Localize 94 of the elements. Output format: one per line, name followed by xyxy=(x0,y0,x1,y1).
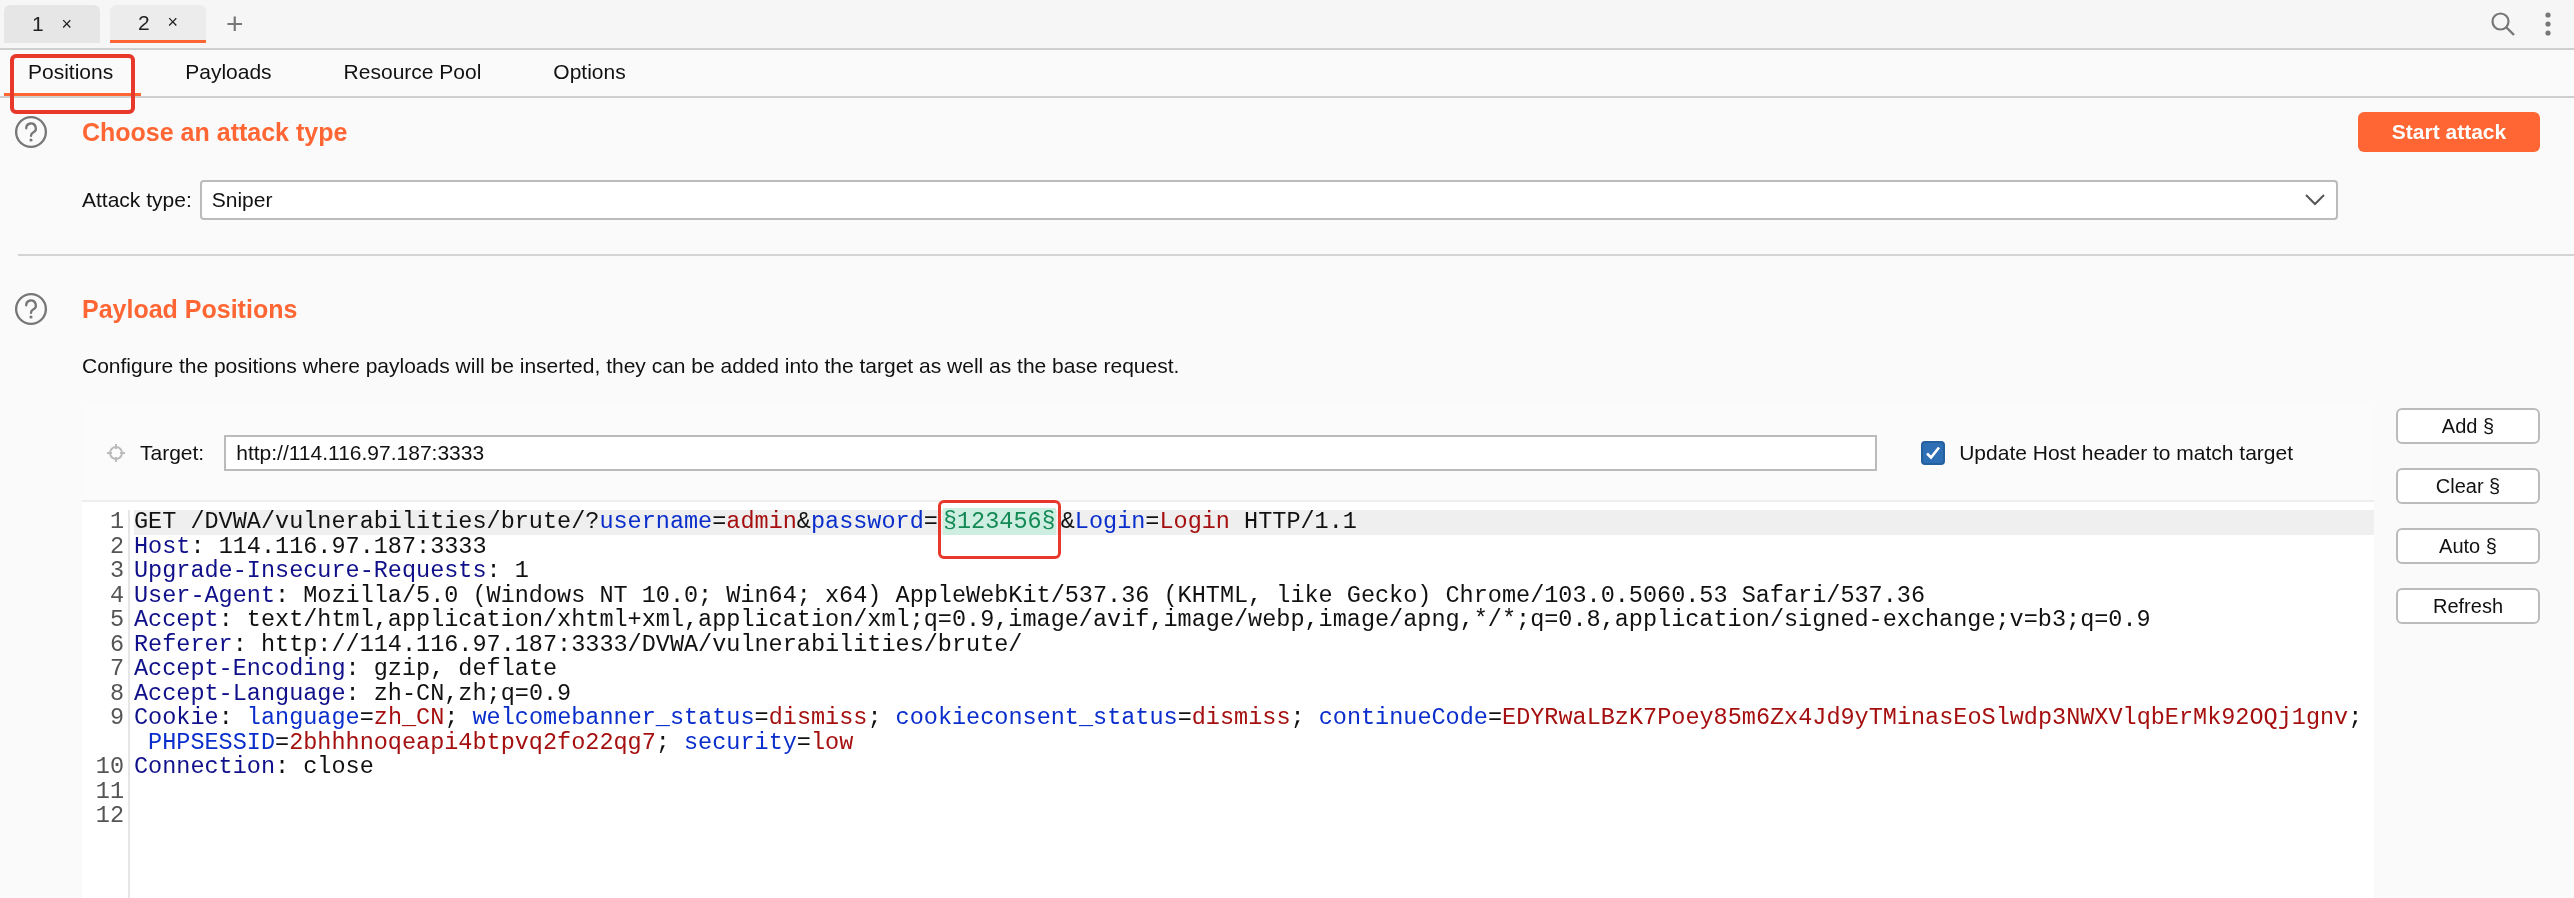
request-text: : text/html,application/xhtml+xml,application/xml;q=0.9,image/avif,image/webp,image/apng,*/*;q=0.8,application/signed-exchange;v=b3;q=0.9 xyxy=(218,606,2151,633)
param-name: password xyxy=(810,508,924,535)
help-icon[interactable] xyxy=(14,292,48,326)
param-name: language xyxy=(246,704,360,731)
request-text: : 1 xyxy=(486,557,529,584)
param-name: username xyxy=(599,508,713,535)
payload-marker: §123456§ xyxy=(942,508,1056,535)
header-name: Cookie xyxy=(134,704,219,731)
request-text: = xyxy=(712,508,727,535)
request-editor[interactable] xyxy=(82,500,2374,898)
line-number: 5 xyxy=(108,608,124,633)
new-tab-button[interactable]: + xyxy=(216,7,254,41)
request-text: : gzip, deflate xyxy=(345,655,558,682)
param-value: dismiss xyxy=(768,704,868,731)
section-tab[interactable]: Positions xyxy=(4,50,142,96)
request-text: ; xyxy=(1290,704,1306,731)
header-name: Host xyxy=(134,532,191,560)
section-tab[interactable]: Payloads xyxy=(161,50,300,96)
line-number: 12 xyxy=(94,804,124,829)
param-name: security xyxy=(684,728,797,756)
header-name: Upgrade-Insecure-Requests xyxy=(134,557,487,584)
attack-type-dropdown[interactable]: Sniper xyxy=(199,180,2338,220)
section-title: Payload Positions xyxy=(82,294,298,324)
request-text: HTTP/1.1 xyxy=(1243,508,1357,535)
more-icon[interactable] xyxy=(2544,11,2552,37)
request-text: : Mozilla/5.0 (Windows NT 10.0; Win64; x64) AppleWebKit/537.36 (KHTML, like Gecko) Chrome/103.0.5060.53 Safari/537.36 xyxy=(275,581,1925,609)
header-name: Accept-Language xyxy=(134,679,346,707)
request-text: = xyxy=(796,728,811,756)
help-icon[interactable] xyxy=(14,115,48,149)
request-text: = xyxy=(359,704,374,731)
request-text: = xyxy=(754,704,769,731)
position-button[interactable]: Add § xyxy=(2396,408,2540,444)
param-value: low xyxy=(810,728,854,756)
request-text: : close xyxy=(275,753,374,780)
section-tab[interactable]: Resource Pool xyxy=(319,50,510,96)
section-description: Configure the positions where payloads will be inserted, they can be added into the target as well as the base request. xyxy=(82,354,1181,378)
crosshair-icon xyxy=(106,443,126,463)
request-text: = xyxy=(1487,704,1503,731)
position-button[interactable]: Clear § xyxy=(2396,468,2540,504)
request-text: ; xyxy=(867,704,883,731)
line-number: 10 xyxy=(94,755,124,780)
line-number: 2 xyxy=(108,534,124,559)
request-text: = xyxy=(1177,704,1192,731)
checkbox[interactable] xyxy=(1921,441,1946,465)
request-text: : xyxy=(218,704,233,731)
request-text: & xyxy=(1060,508,1075,535)
param-value: 2bhhhnoqeapi4btpvq2fo22qg7 xyxy=(289,728,656,756)
request-text: ; xyxy=(655,728,671,756)
request-tab[interactable]: 1 × xyxy=(4,5,100,43)
line-number: 1 xyxy=(108,510,124,535)
position-button[interactable]: Refresh xyxy=(2396,588,2540,624)
param-name: continueCode xyxy=(1318,704,1488,731)
header-name: Accept-Encoding xyxy=(134,655,346,682)
request-tab[interactable]: 2 × xyxy=(110,5,206,43)
param-name: PHPSESSID xyxy=(148,728,275,756)
checkmark-icon xyxy=(1924,444,1943,462)
header-name: Referer xyxy=(134,630,233,658)
checkbox-label: Update Host header to match target xyxy=(1959,441,2294,465)
header-name: Accept xyxy=(134,606,219,633)
line-number: 11 xyxy=(94,779,124,804)
line-number: 8 xyxy=(108,681,124,706)
section-title: Choose an attack type xyxy=(82,117,348,147)
request-text: ; xyxy=(444,704,459,731)
line-number: 4 xyxy=(108,583,124,608)
request-text: & xyxy=(796,508,811,535)
line-number: 6 xyxy=(108,632,124,657)
header-name: User-Agent xyxy=(134,581,276,609)
param-value: EDYRwaLBzK7Poey85m6Zx4Jd9yTMinasEoSlwdp3NWXVlqbErMk92OQj1gnv xyxy=(1502,704,2349,731)
section-tab[interactable]: Options xyxy=(529,50,654,96)
request-text: : http://114.116.97.187:3333/DVWA/vulnerabilities/brute/ xyxy=(232,630,1023,658)
request-text: : zh-CN,zh;q=0.9 xyxy=(345,679,572,707)
chevron-down-icon xyxy=(2304,193,2326,207)
param-name: cookieconsent_status xyxy=(895,704,1178,731)
search-icon[interactable] xyxy=(2490,11,2516,37)
request-text: ; xyxy=(2348,704,2363,731)
line-number: 9 xyxy=(108,706,124,731)
request-text: = xyxy=(275,728,290,756)
line-number: 3 xyxy=(108,559,124,584)
header-name: Connection xyxy=(134,753,276,780)
param-value: zh_CN xyxy=(373,704,445,731)
param-name: Login xyxy=(1074,508,1146,535)
param-value: dismiss xyxy=(1191,704,1291,731)
request-text: : 114.116.97.187:3333 xyxy=(190,532,487,560)
param-name: welcomebanner_status xyxy=(472,704,755,731)
field-label: Target: xyxy=(140,441,205,465)
request-text: = xyxy=(923,508,938,535)
field-label: Attack type: xyxy=(82,188,192,212)
request-text: GET /DVWA/vulnerabilities/brute/? xyxy=(134,508,600,535)
param-value: admin xyxy=(726,508,797,535)
line-number: 7 xyxy=(108,657,124,682)
request-text: = xyxy=(1145,508,1160,535)
position-button[interactable]: Auto § xyxy=(2396,528,2540,564)
target-field[interactable]: http://114.116.97.187:3333 xyxy=(224,435,1878,471)
param-value: Login xyxy=(1159,508,1230,535)
